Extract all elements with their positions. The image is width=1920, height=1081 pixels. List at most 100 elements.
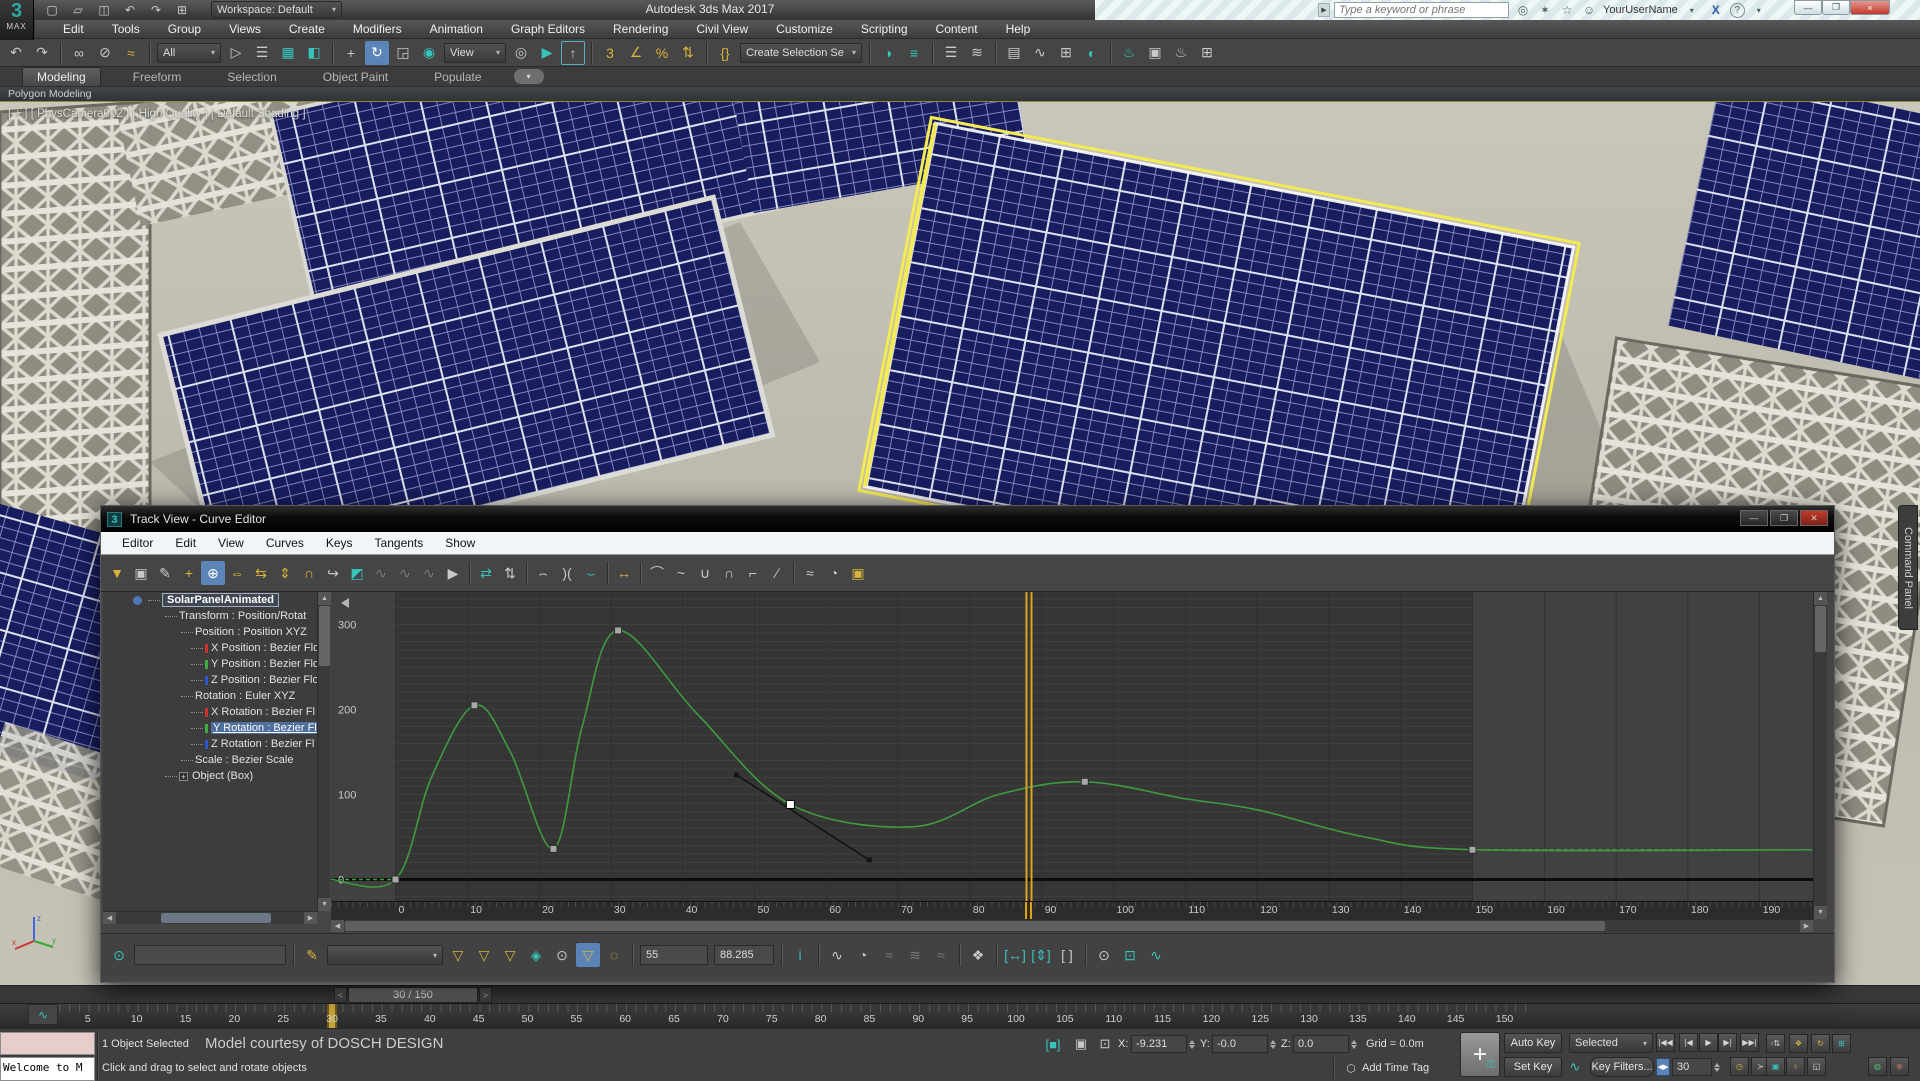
show-second-curve-icon[interactable]: ≋ bbox=[903, 943, 927, 967]
move-keys-icon[interactable]: ⊕ bbox=[201, 561, 225, 585]
set-tangents-slow-icon[interactable]: ∩ bbox=[717, 561, 741, 585]
filter-selected-tracks-icon[interactable]: ▽ bbox=[446, 943, 470, 967]
z-coord-field[interactable]: 0.0 bbox=[1293, 1035, 1349, 1053]
set-tangents-linear-icon[interactable]: ∕ bbox=[765, 561, 789, 585]
new-scene-icon[interactable]: ▢ bbox=[42, 0, 62, 20]
region-keys-icon[interactable]: ↔ bbox=[612, 561, 636, 585]
track-row[interactable]: +Object (Box) bbox=[103, 768, 317, 784]
help-icon[interactable]: ? bbox=[1730, 3, 1745, 18]
scroll-right-icon[interactable]: ▶ bbox=[1800, 920, 1813, 932]
ce-maximize-button[interactable]: ❐ bbox=[1770, 510, 1798, 526]
key-time-field[interactable]: 55 bbox=[640, 945, 708, 965]
add-time-tag[interactable]: Add Time Tag bbox=[1362, 1062, 1429, 1074]
set-tangents-smooth-icon[interactable]: ≈ bbox=[798, 561, 822, 585]
slide-keys-icon[interactable]: ⇔ bbox=[225, 561, 249, 585]
menu-edit[interactable]: Edit bbox=[49, 22, 98, 36]
select-and-link-icon[interactable]: ∞ bbox=[67, 41, 91, 65]
quad-view-icon[interactable]: ⊞ bbox=[1195, 41, 1219, 65]
show-velocity-icon[interactable]: ≈ bbox=[877, 943, 901, 967]
increase-ease-icon[interactable]: ⌢ bbox=[531, 561, 555, 585]
lock-tangents-icon[interactable]: ▣ bbox=[846, 561, 870, 585]
polygon-modeling-panel[interactable]: Polygon Modeling bbox=[0, 87, 1920, 101]
break-tangents-icon[interactable]: )( bbox=[555, 561, 579, 585]
ce-close-button[interactable]: ✕ bbox=[1800, 510, 1828, 526]
select-tool-icon[interactable]: ▶ bbox=[441, 561, 465, 585]
menu-graph-editors[interactable]: Graph Editors bbox=[497, 22, 599, 36]
x-coord-field[interactable]: -9.231 bbox=[1131, 1035, 1187, 1053]
workspace-dropdown[interactable]: Workspace: Default▾ bbox=[211, 1, 342, 18]
track-bar[interactable]: 0510152025303540455055606570758085909510… bbox=[0, 1003, 1920, 1028]
track-row[interactable]: SolarPanelAnimated bbox=[103, 592, 317, 608]
filter-keyable-icon[interactable]: ▽ bbox=[576, 943, 600, 967]
decrease-ease-icon[interactable]: ⌣ bbox=[579, 561, 603, 585]
tree-vertical-scrollbar[interactable]: ▲ ▼ bbox=[317, 592, 330, 911]
curve-key[interactable] bbox=[1081, 778, 1088, 785]
next-frame-button[interactable]: > bbox=[479, 987, 492, 1003]
ce-menu-curves[interactable]: Curves bbox=[255, 536, 315, 550]
application-menu-button[interactable]: 3 MAX bbox=[0, 0, 34, 40]
select-and-move-icon[interactable]: + bbox=[339, 41, 363, 65]
auto-key-button[interactable]: Auto Key bbox=[1504, 1033, 1562, 1053]
key-mode-toggle-icon[interactable]: ◀▶ bbox=[1656, 1058, 1670, 1076]
angle-snap-icon[interactable]: ∠ bbox=[624, 41, 648, 65]
next-frame-icon[interactable]: ▶| bbox=[1718, 1033, 1737, 1052]
project-folder-icon[interactable]: ⊞ bbox=[172, 0, 192, 20]
scroll-down-icon[interactable]: ▼ bbox=[318, 898, 331, 911]
named-selection-sets-dropdown[interactable]: Create Selection Se▾ bbox=[740, 43, 862, 63]
camera-key-icon[interactable]: ▣ bbox=[1766, 1057, 1785, 1076]
track-row[interactable]: Rotation : Euler XYZ bbox=[103, 688, 317, 704]
filter-active-layer-icon[interactable]: ◈ bbox=[524, 943, 548, 967]
ce-minimize-button[interactable]: — bbox=[1740, 510, 1768, 526]
align-icon[interactable]: ≡ bbox=[902, 41, 926, 65]
select-by-name-icon[interactable]: ☰ bbox=[250, 41, 274, 65]
current-frame-field[interactable]: 30 bbox=[1672, 1058, 1712, 1076]
ce-menu-show[interactable]: Show bbox=[434, 536, 486, 550]
key-info-icon[interactable]: i bbox=[788, 943, 812, 967]
exchange-icon[interactable]: X bbox=[1706, 3, 1726, 17]
ce-menu-view[interactable]: View bbox=[207, 536, 255, 550]
previous-frame-button[interactable]: < bbox=[334, 987, 347, 1003]
isolate-selection-icon[interactable]: ◍ bbox=[1868, 1057, 1887, 1076]
open-file-icon[interactable]: ▱ bbox=[68, 0, 88, 20]
y-spinner[interactable] bbox=[1268, 1035, 1277, 1053]
show-all-curves-icon[interactable]: ◔ bbox=[851, 943, 875, 967]
show-tangents-icon[interactable]: ◔ bbox=[822, 561, 846, 585]
ce-menu-editor[interactable]: Editor bbox=[111, 536, 164, 550]
undo-icon[interactable]: ↶ bbox=[4, 41, 28, 65]
select-and-rotate-icon[interactable]: ↻ bbox=[365, 41, 389, 65]
tree-horizontal-scrollbar[interactable]: ◀ ▶ bbox=[103, 911, 317, 924]
user-icon[interactable]: ☺ bbox=[1579, 0, 1599, 20]
curve-key[interactable] bbox=[1469, 846, 1476, 853]
viewport-label[interactable]: [ + ] [ PhysCamera002 ] [ High Quality ]… bbox=[8, 108, 306, 120]
selection-filter-dropdown[interactable]: All▾ bbox=[157, 43, 221, 63]
set-tangents-spline-icon[interactable]: ~ bbox=[669, 561, 693, 585]
menu-tools[interactable]: Tools bbox=[98, 22, 154, 36]
schematic-view-icon[interactable]: ⊞ bbox=[1054, 41, 1078, 65]
mirror-icon[interactable]: ◑ bbox=[876, 41, 900, 65]
curve-editor-titlebar[interactable]: 3 Track View - Curve Editor — ❐ ✕ bbox=[101, 506, 1834, 532]
track-row[interactable]: Position : Position XYZ bbox=[103, 624, 317, 640]
menu-group[interactable]: Group bbox=[154, 22, 215, 36]
scene-explorer-icon[interactable]: ☰ bbox=[939, 41, 963, 65]
edit-named-sets-icon[interactable]: {} bbox=[713, 41, 737, 65]
frame-value-extents-icon[interactable]: [⇕] bbox=[1029, 943, 1053, 967]
maxscript-mini-listener[interactable]: Welcome to M bbox=[0, 1057, 95, 1081]
menu-civil-view[interactable]: Civil View bbox=[682, 22, 762, 36]
window-maximize-button[interactable]: ❐ bbox=[1822, 0, 1850, 15]
menu-rendering[interactable]: Rendering bbox=[599, 22, 682, 36]
ribbon-toggle-icon[interactable]: ▤ bbox=[1002, 41, 1026, 65]
search-input[interactable] bbox=[1334, 2, 1509, 18]
menu-content[interactable]: Content bbox=[922, 22, 992, 36]
menu-help[interactable]: Help bbox=[992, 22, 1045, 36]
render-production-icon[interactable]: ♨ bbox=[1169, 41, 1193, 65]
show-blend-icon[interactable]: ≈ bbox=[929, 943, 953, 967]
play-icon[interactable]: ▶ bbox=[1699, 1033, 1718, 1052]
select-and-place-icon[interactable]: ◉ bbox=[417, 41, 441, 65]
world-anchor-icon[interactable]: ♁ bbox=[1786, 1057, 1805, 1076]
offset-mode-icon[interactable]: ⊕ bbox=[1890, 1057, 1909, 1076]
favorites-icon[interactable]: ☆ bbox=[1557, 0, 1577, 20]
nudge-keys-icon[interactable]: ⇅ bbox=[498, 561, 522, 585]
new-key-tangent-icon[interactable]: ∿ bbox=[1564, 1057, 1586, 1077]
pan-icon[interactable]: ❖ bbox=[966, 943, 990, 967]
show-keyable-icon[interactable]: ⇄ bbox=[474, 561, 498, 585]
